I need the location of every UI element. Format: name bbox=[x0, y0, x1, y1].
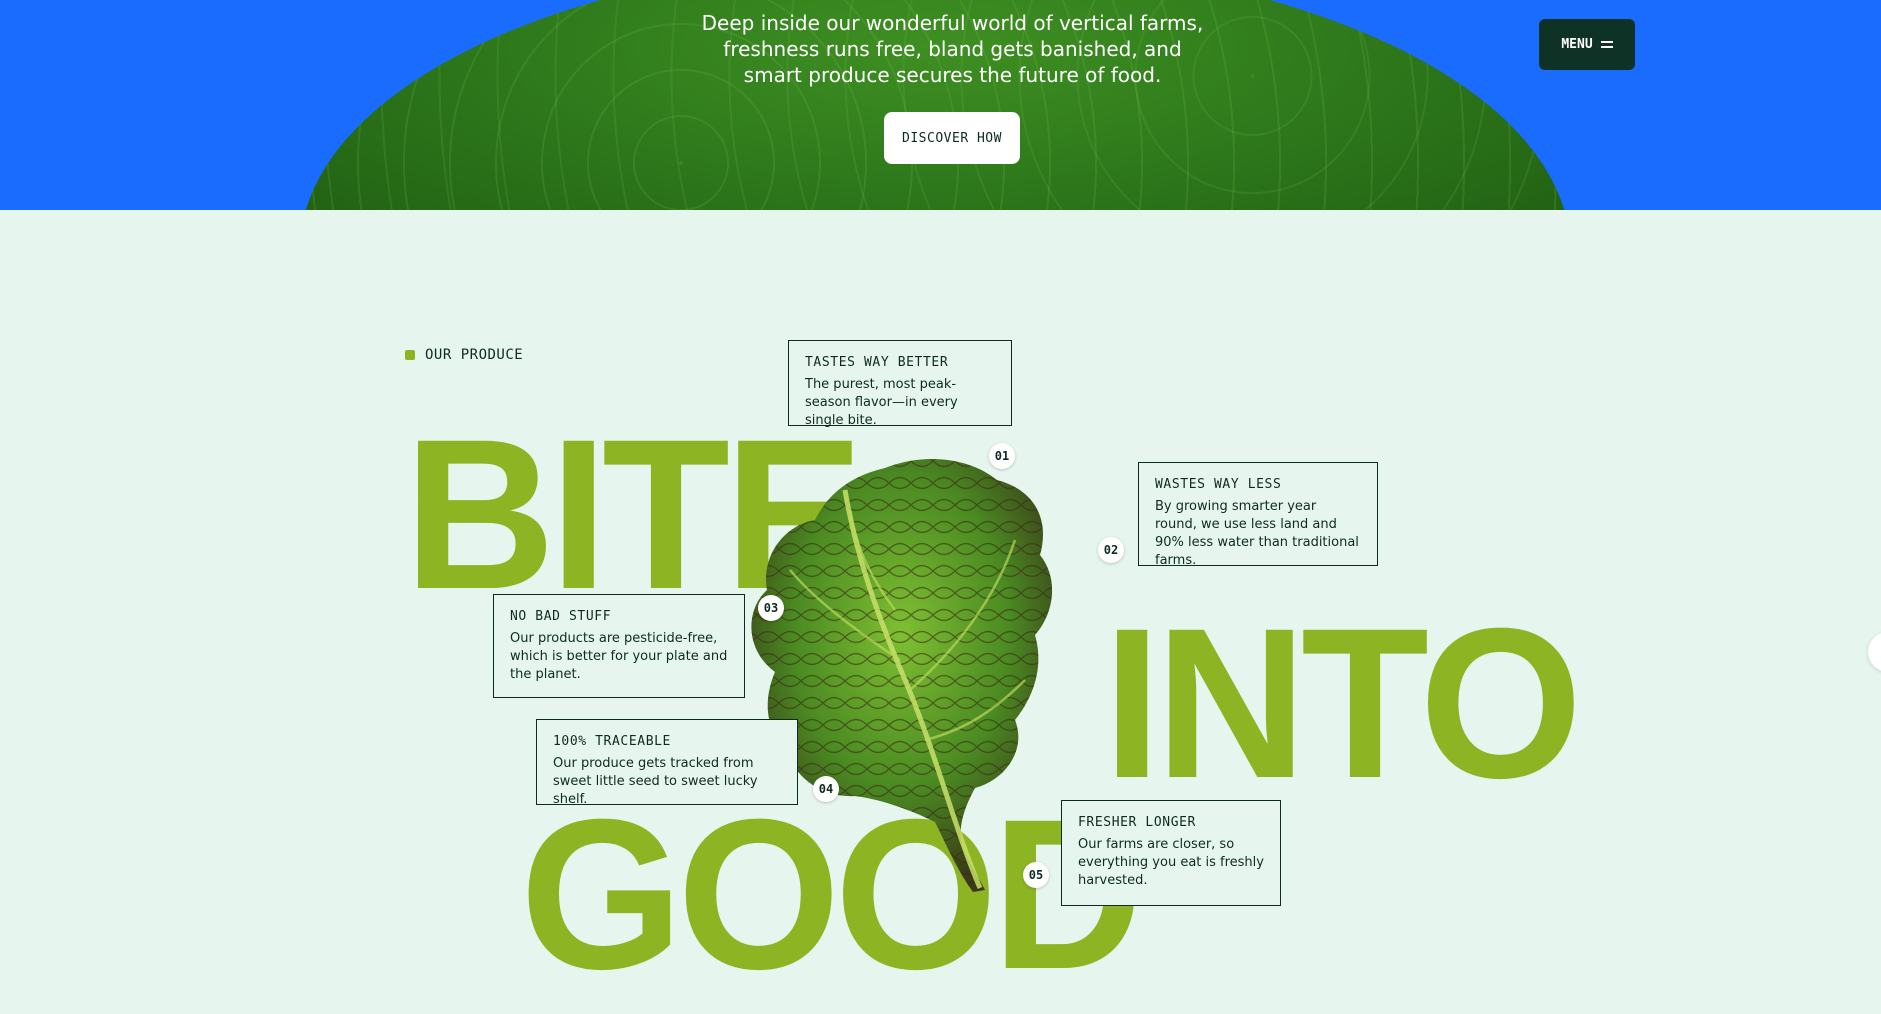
side-scroll-button[interactable] bbox=[1868, 632, 1881, 672]
hamburger-icon bbox=[1600, 38, 1613, 51]
feature-marker-02[interactable]: 02 bbox=[1098, 537, 1124, 563]
headline-word-into: INTO bbox=[1103, 584, 1583, 823]
feature-marker-01[interactable]: 01 bbox=[989, 443, 1015, 469]
feature-card-traceable: 100% TRACEABLE Our produce gets tracked … bbox=[536, 719, 798, 807]
feature-card-fresher: FRESHER LONGER Our farms are closer, so … bbox=[1061, 800, 1281, 906]
feature-card-tastes: TASTES WAY BETTER The purest, most peak-… bbox=[788, 340, 1012, 428]
feature-marker-03[interactable]: 03 bbox=[758, 595, 784, 621]
hero-tagline: Deep inside our wonderful world of verti… bbox=[701, 11, 1204, 87]
section-label: OUR PRODUCE bbox=[405, 347, 523, 363]
feature-text: The purest, most peak-season flavor—in e… bbox=[805, 377, 958, 428]
feature-title: 100% TRACEABLE bbox=[553, 734, 671, 749]
feature-text: By growing smarter year round, we use le… bbox=[1155, 499, 1359, 568]
menu-label: MENU bbox=[1561, 37, 1593, 52]
feature-title: TASTES WAY BETTER bbox=[805, 355, 949, 370]
square-bullet-icon bbox=[405, 350, 415, 360]
feature-text: Our farms are closer, so everything you … bbox=[1078, 837, 1264, 888]
feature-marker-04[interactable]: 04 bbox=[813, 776, 839, 802]
kale-leaf-image bbox=[751, 458, 1053, 892]
menu-button[interactable]: MENU bbox=[1539, 19, 1635, 70]
hero-banner: Deep inside our wonderful world of verti… bbox=[0, 0, 1881, 210]
feature-card-wastes: WASTES WAY LESS By growing smarter year … bbox=[1138, 462, 1378, 568]
feature-card-no-bad-stuff: NO BAD STUFF Our products are pesticide-… bbox=[493, 594, 745, 698]
feature-title: WASTES WAY LESS bbox=[1155, 477, 1282, 492]
feature-text: Our produce gets tracked from sweet litt… bbox=[553, 756, 758, 807]
section-label-text: OUR PRODUCE bbox=[425, 347, 524, 363]
feature-title: FRESHER LONGER bbox=[1078, 815, 1196, 830]
discover-how-button[interactable]: DISCOVER HOW bbox=[884, 112, 1020, 164]
feature-title: NO BAD STUFF bbox=[510, 609, 612, 624]
feature-text: Our products are pesticide-free, which i… bbox=[510, 631, 728, 682]
feature-marker-05[interactable]: 05 bbox=[1023, 862, 1049, 888]
